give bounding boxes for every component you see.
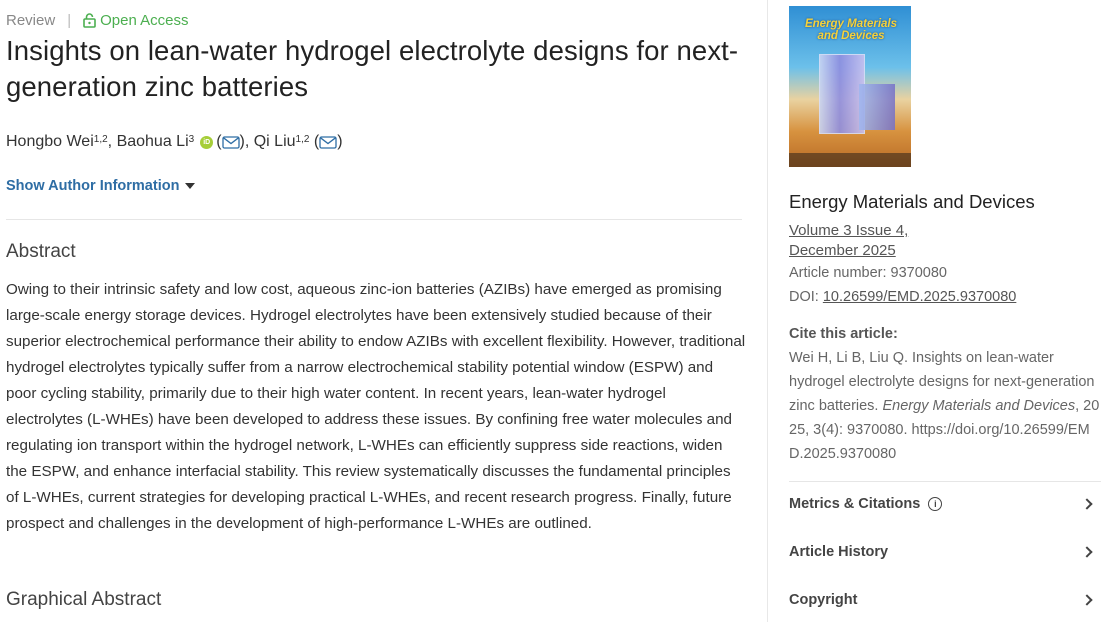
cover-footer: [789, 153, 911, 167]
author-affiliation: 1,2: [295, 133, 310, 145]
mail-icon: [221, 135, 240, 149]
open-access-label: Open Access: [100, 11, 189, 29]
column-divider: [767, 0, 768, 622]
show-author-information-toggle[interactable]: Show Author Information: [6, 178, 196, 194]
abstract-text: Owing to their intrinsic safety and low …: [6, 281, 746, 532]
article-type: Review: [6, 11, 56, 29]
author-name[interactable]: Baohua Li: [117, 133, 189, 151]
citation-text: Wei H, Li B, Liu Q. Insights on lean-wat…: [789, 350, 1100, 462]
doi-link[interactable]: 10.26599/EMD.2025.9370080: [823, 289, 1017, 305]
email-link[interactable]: (): [314, 133, 343, 151]
chevron-right-icon: [1081, 498, 1093, 510]
copyright-toggle[interactable]: Copyright: [789, 592, 1093, 608]
metrics-citations-toggle[interactable]: Metrics & Citations i: [789, 496, 1093, 512]
caret-down-icon: [185, 183, 196, 189]
email-link[interactable]: (): [216, 133, 245, 151]
author-separator: ,: [244, 133, 254, 150]
author-name[interactable]: Qi Liu: [254, 133, 296, 151]
unlock-icon: [83, 12, 96, 28]
article-number: Article number: 9370080: [789, 265, 947, 281]
open-access-badge: Open Access: [83, 12, 188, 29]
abstract-heading: Abstract: [6, 241, 76, 262]
author-affiliation: 1,2: [93, 133, 108, 145]
info-icon[interactable]: i: [928, 497, 943, 511]
cover-title: Energy Materials and Devices: [804, 18, 898, 42]
show-author-label: Show Author Information: [6, 178, 180, 194]
journal-cover-image[interactable]: Energy Materials and Devices: [789, 6, 911, 167]
chevron-right-icon: [1081, 546, 1093, 558]
author-list: Hongbo Wei 1,2, Baohua Li 3 iD (), Qi Liu 1…: [6, 133, 343, 151]
author-name[interactable]: Hongbo Wei: [6, 133, 94, 151]
article-history-toggle[interactable]: Article History: [789, 544, 1093, 560]
divider: [789, 481, 1101, 482]
chevron-right-icon: [1081, 594, 1093, 606]
mail-icon: [319, 135, 337, 149]
divider: [6, 219, 742, 220]
author-separator: ,: [107, 133, 117, 150]
orcid-icon[interactable]: iD: [200, 135, 214, 149]
journal-name: Energy Materials and Devices: [789, 191, 1035, 212]
cover-illustration: [859, 84, 895, 130]
graphical-abstract-heading: Graphical Abstract: [6, 589, 162, 610]
volume-issue-link[interactable]: Volume 3 Issue 4, December 2025: [789, 221, 908, 261]
article-title: Insights on lean-water hydrogel electrol…: [6, 35, 739, 102]
doi: DOI: 10.26599/EMD.2025.9370080: [789, 289, 1017, 305]
author-affiliation: 3: [188, 133, 195, 145]
cite-heading: Cite this article:: [789, 326, 898, 342]
meta-separator: |: [67, 11, 72, 29]
article-meta: Review | Open Access: [6, 11, 188, 29]
